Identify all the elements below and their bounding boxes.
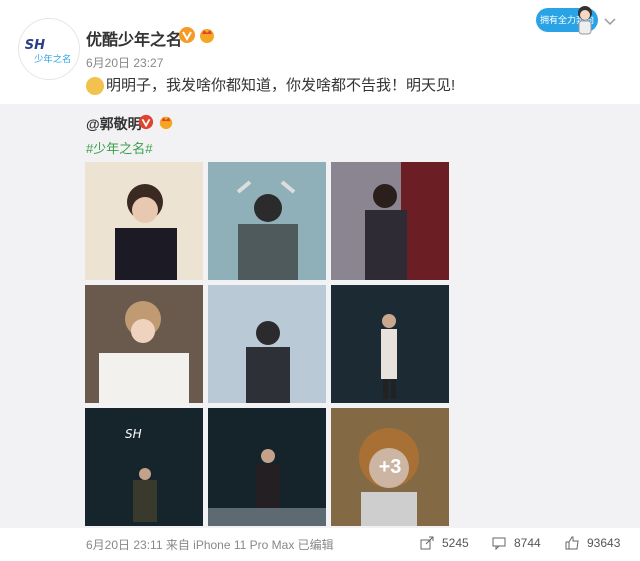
photo-thumbnail[interactable] <box>85 162 203 280</box>
account-avatar[interactable]: SH 少年之名 <box>18 18 80 80</box>
repost-footer: 6月20日 23:11 来自 iPhone 11 Pro Max 已编辑 <box>86 538 334 552</box>
share-icon <box>420 536 434 550</box>
mention-link[interactable]: @郭敬明 <box>86 114 142 134</box>
svg-text:SH: SH <box>25 38 45 53</box>
member-crown-icon <box>200 29 214 43</box>
photo-thumbnail[interactable] <box>208 285 326 403</box>
comment-count: 8744 <box>514 536 541 550</box>
logo-icon: SH 少年之名 <box>25 38 72 65</box>
comment-button[interactable]: 8744 <box>492 536 541 550</box>
member-crown-icon <box>159 116 173 130</box>
photo-thumbnail[interactable] <box>331 162 449 280</box>
svg-text:少年之名: 少年之名 <box>34 53 71 65</box>
like-button[interactable]: 93643 <box>565 536 620 550</box>
photo-thumbnail[interactable] <box>85 285 203 403</box>
photo-thumbnail[interactable] <box>208 162 326 280</box>
post-body: 明明子，我发啥你都知道，你发啥都不告我！明天见! <box>86 76 455 96</box>
photo-thumbnail[interactable] <box>331 285 449 403</box>
like-count: 93643 <box>587 536 621 550</box>
chevron-down-icon[interactable] <box>604 18 616 26</box>
more-photos-count: +3 <box>331 408 449 526</box>
doge-emoji-icon <box>86 77 104 95</box>
photo-thumbnail[interactable]: SH <box>85 408 203 526</box>
account-name[interactable]: 优酷少年之名 <box>86 26 182 50</box>
thumbs-up-icon <box>565 536 579 550</box>
repost-button[interactable]: 5245 <box>420 536 469 550</box>
photo-grid: SH +3 <box>85 162 449 526</box>
svg-text:SH: SH <box>125 427 142 441</box>
photo-thumbnail[interactable] <box>208 408 326 526</box>
cartoon-character-icon <box>578 6 592 35</box>
post-text: 明明子，我发啥你都知道，你发啥都不告我！明天见! <box>106 77 456 94</box>
verified-badge-icon <box>138 114 154 130</box>
hashtag-link[interactable]: #少年之名# <box>86 138 152 157</box>
photo-thumbnail-more[interactable]: +3 <box>331 408 449 526</box>
comment-icon <box>492 537 506 550</box>
repost-count: 5245 <box>442 536 469 550</box>
verified-badge-icon <box>179 27 195 43</box>
post-time[interactable]: 6月20日 23:27 <box>86 54 163 71</box>
